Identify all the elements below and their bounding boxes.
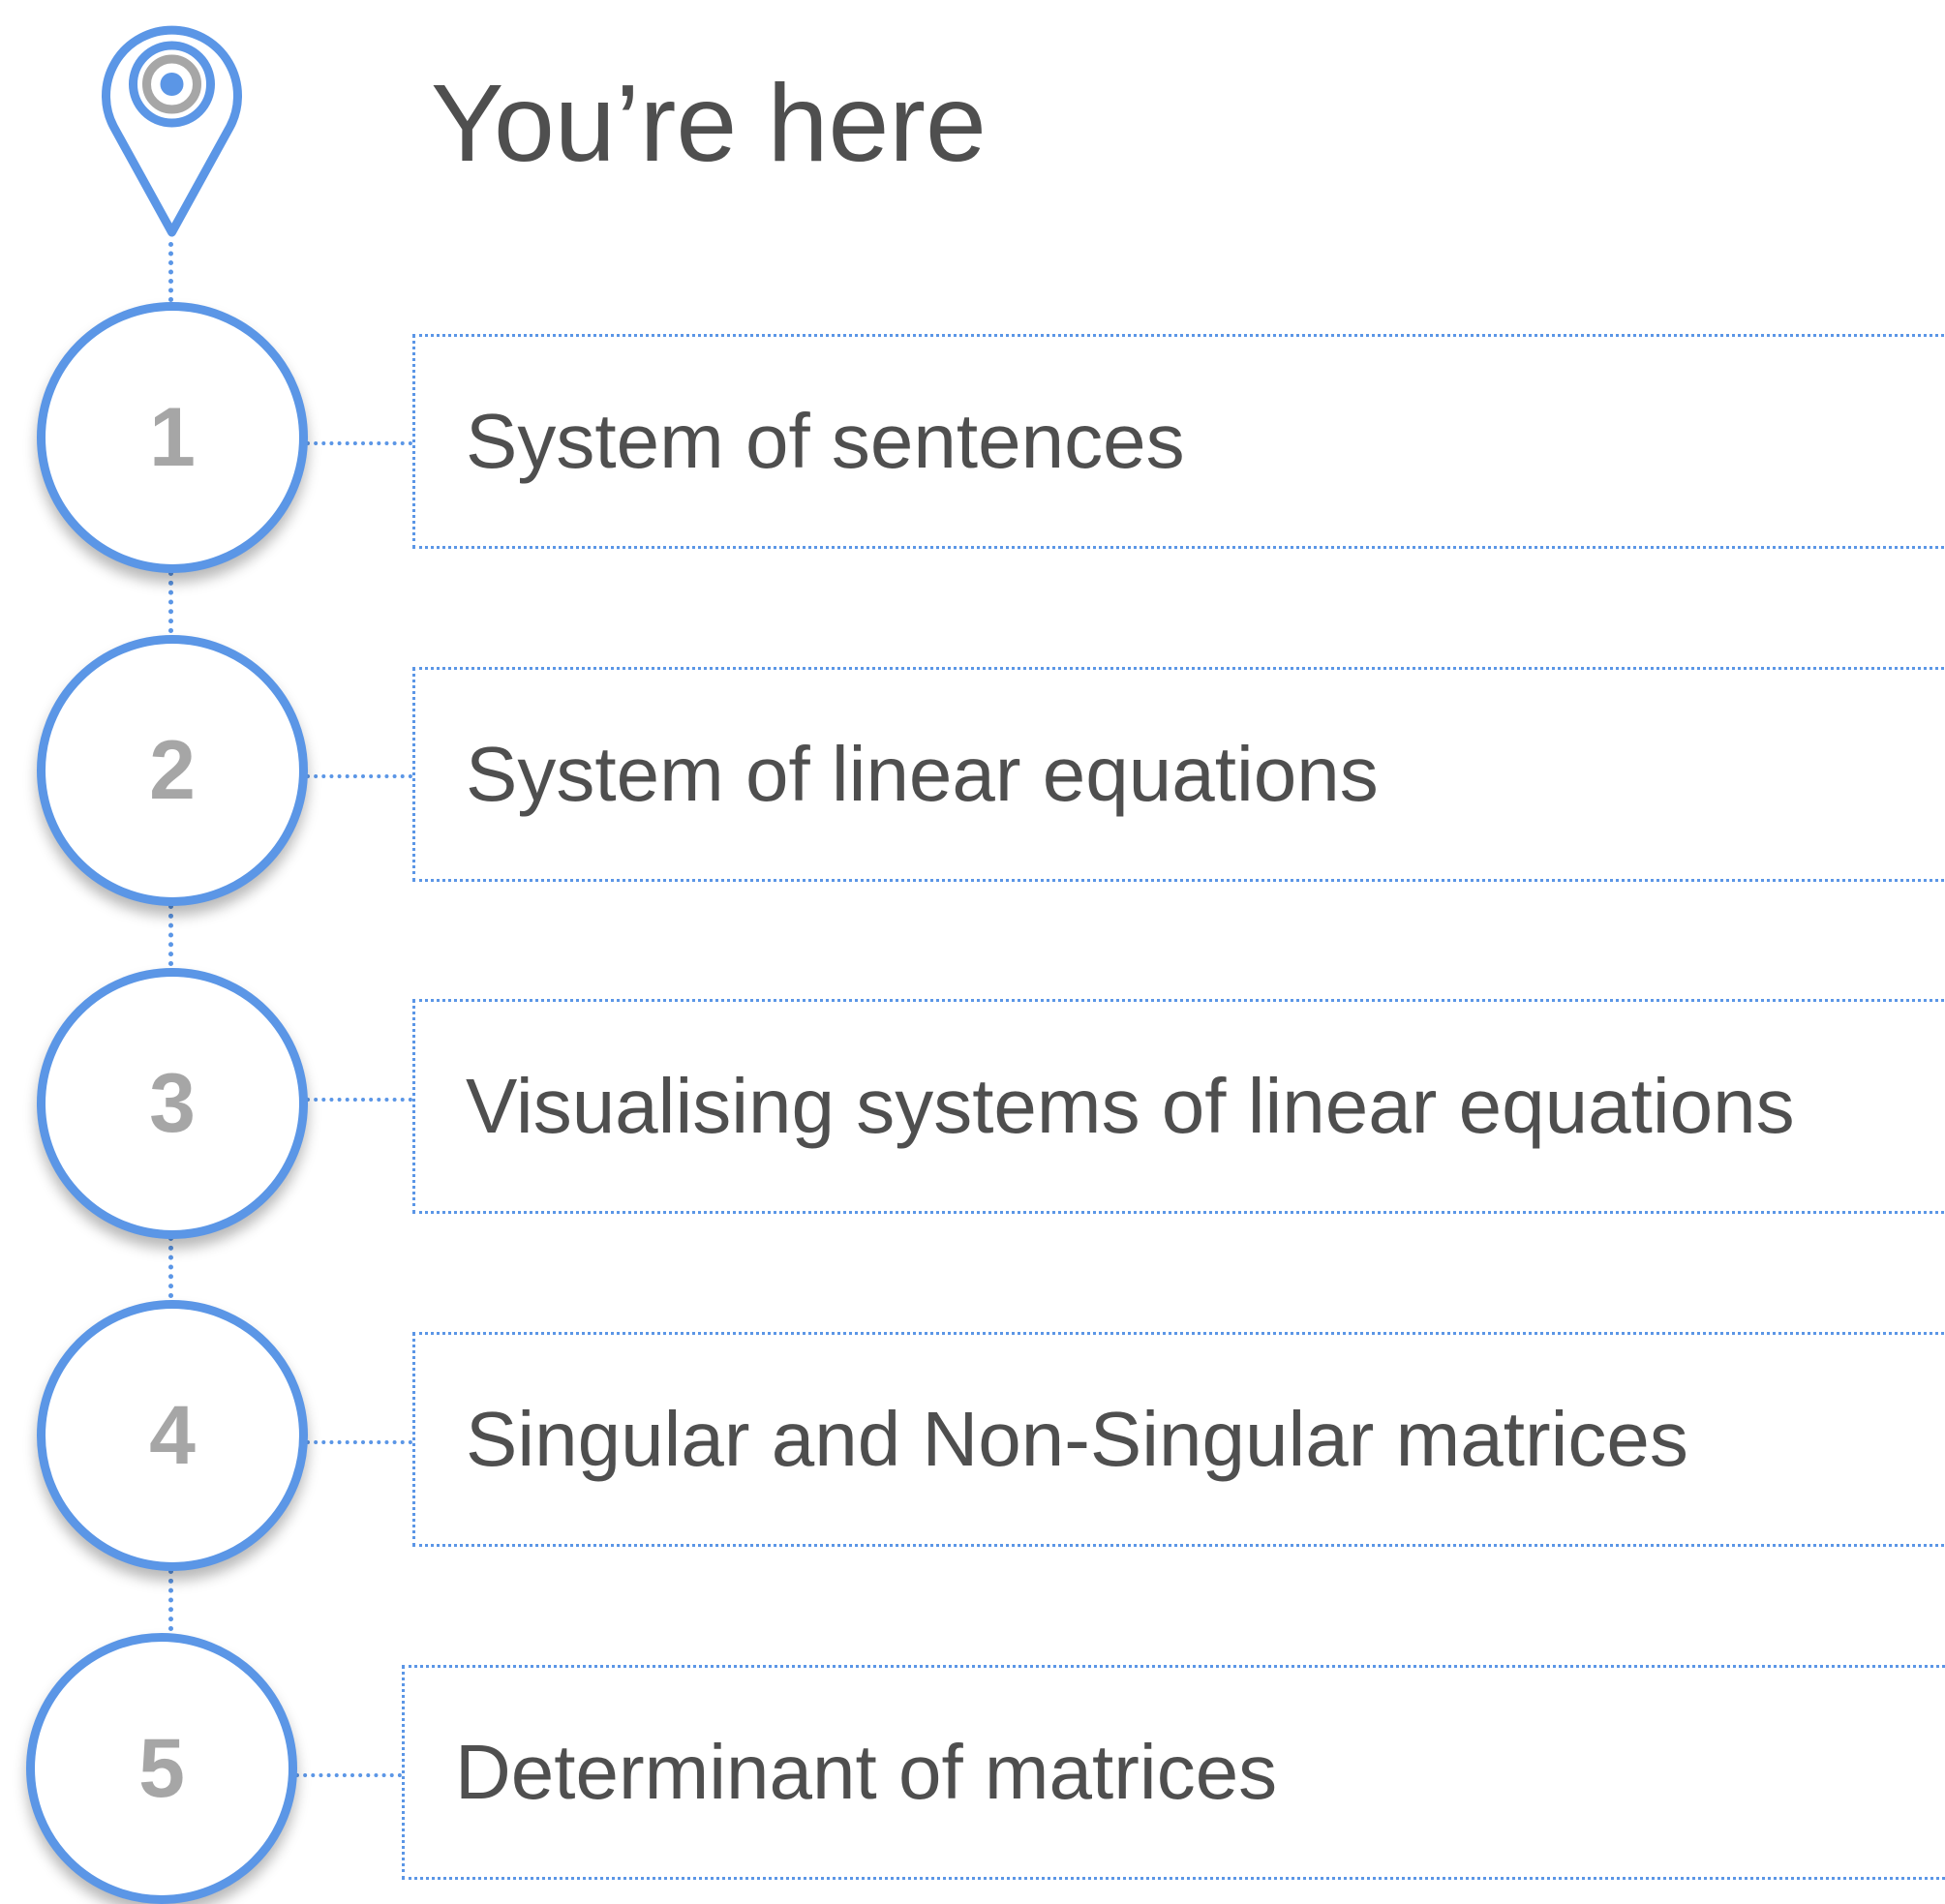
step-5-box: Determinant of matrices xyxy=(402,1665,1945,1880)
step-2-number: 2 xyxy=(149,724,196,817)
connector-4-to-5 xyxy=(168,1569,173,1631)
step-3-circle: 3 xyxy=(37,968,308,1239)
roadmap-diagram: You’re here 1 System of sentences 2 Syst… xyxy=(0,0,1945,1904)
page-title: You’re here xyxy=(431,62,987,184)
connector-2-to-3 xyxy=(168,904,173,966)
step-4-circle: 4 xyxy=(37,1300,308,1571)
step-5-circle: 5 xyxy=(26,1633,297,1904)
connector-1-to-2 xyxy=(168,571,173,633)
connector-step-4 xyxy=(306,1440,412,1444)
step-2-box: System of linear equations xyxy=(412,667,1945,882)
step-3-label: Visualising systems of linear equations xyxy=(466,1063,1795,1149)
step-1-circle: 1 xyxy=(37,302,308,573)
step-2-circle: 2 xyxy=(37,635,308,906)
step-4-box: Singular and Non-Singular matrices xyxy=(412,1332,1945,1547)
connector-step-1 xyxy=(306,441,412,445)
step-1-box: System of sentences xyxy=(412,334,1945,549)
connector-step-2 xyxy=(306,774,412,778)
step-4-number: 4 xyxy=(149,1389,196,1482)
connector-pin-to-1 xyxy=(168,242,173,302)
step-3-box: Visualising systems of linear equations xyxy=(412,999,1945,1214)
connector-3-to-4 xyxy=(168,1236,173,1298)
step-1-label: System of sentences xyxy=(466,398,1185,484)
step-3-number: 3 xyxy=(149,1057,196,1150)
step-4-label: Singular and Non-Singular matrices xyxy=(466,1396,1688,1482)
step-5-number: 5 xyxy=(138,1722,185,1815)
location-pin-icon xyxy=(102,25,242,237)
step-1-number: 1 xyxy=(149,391,196,484)
step-5-label: Determinant of matrices xyxy=(455,1729,1278,1815)
step-2-label: System of linear equations xyxy=(466,731,1379,817)
connector-step-3 xyxy=(306,1098,412,1102)
connector-step-5 xyxy=(295,1773,402,1777)
